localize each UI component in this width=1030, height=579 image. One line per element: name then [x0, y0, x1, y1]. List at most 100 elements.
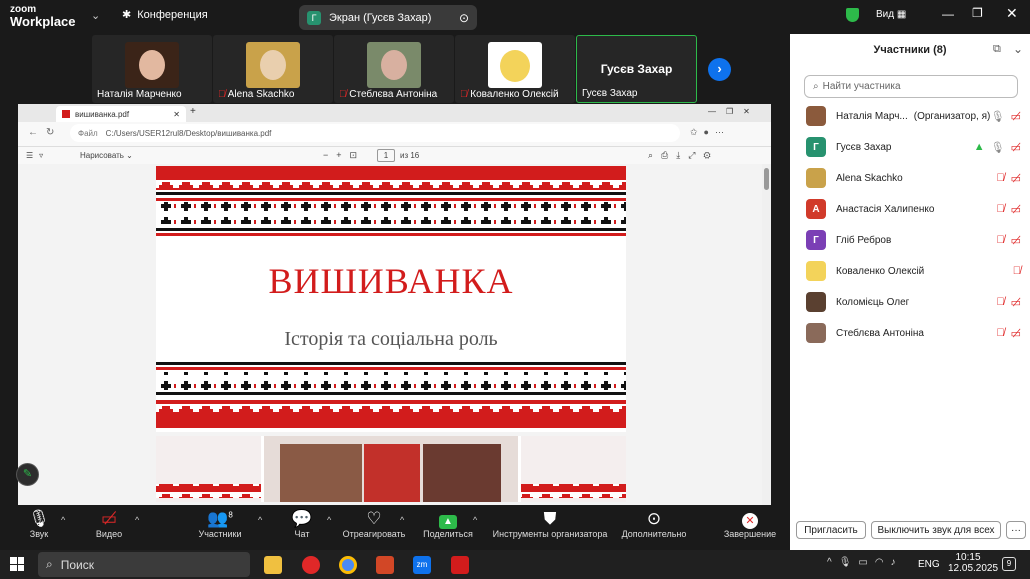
file-explorer-icon[interactable] [264, 556, 282, 574]
participant-row[interactable]: Г Гусєв Захар ▲ 🎙 ▭̸ [806, 135, 1021, 159]
taskbar-search-input[interactable]: ⌕ Поиск [38, 552, 250, 577]
thumbnail-natalia[interactable]: Наталія Марченко [92, 35, 212, 103]
browser-tab[interactable]: вишиванка.pdf ✕ [56, 106, 186, 122]
zoom-icon[interactable]: zm [413, 556, 431, 574]
mic-icon[interactable]: 🎙 [991, 110, 1005, 123]
video-off-icon[interactable]: ▭̸ [1011, 327, 1021, 340]
browser-actions[interactable]: ✩●⋯ [690, 127, 730, 138]
url-field[interactable]: Файл C:/Users/USER12rul8/Desktop/вишиван… [70, 124, 680, 142]
restore-icon[interactable]: ❐ [972, 6, 983, 20]
shared-screen: вишиванка.pdf ✕ + —❐✕ ←↻ Файл C:/Users/U… [18, 104, 771, 505]
avatar: Г [806, 230, 826, 250]
audio-options-caret[interactable]: ^ [61, 515, 65, 525]
participant-role: (Организатор, я) [913, 110, 991, 122]
pdf-scrollbar[interactable] [762, 164, 771, 505]
video-off-icon[interactable]: ▭̸ [1011, 110, 1021, 123]
popout-icon[interactable]: ⧉ [993, 43, 1001, 56]
thumbnail-label: 🎙̸ Alena Skachko [218, 89, 295, 100]
mic-off-icon[interactable]: 🎙̸ [996, 234, 1004, 247]
video-off-icon[interactable]: ▭̸ [1011, 172, 1021, 185]
thumbnail-gusev[interactable]: Гусєв Захар Гусєв Захар [576, 35, 697, 103]
window-controls[interactable]: —❐✕ [708, 107, 760, 116]
draw-button[interactable]: Нарисовать ⌄ [80, 151, 133, 160]
participants-icon: 👥8 [207, 509, 233, 528]
video-off-icon[interactable]: ▭̸ [1011, 296, 1021, 309]
opera-icon[interactable] [302, 556, 320, 574]
participant-photo [488, 42, 542, 88]
nav-icons[interactable]: ←↻ [28, 127, 62, 138]
sharing-icon: ▲ [973, 140, 985, 153]
thumbnail-kovalenko[interactable]: 🎙̸ Коваленко Олексій [455, 35, 575, 103]
video-options-caret[interactable]: ^ [135, 515, 139, 525]
mic-icon[interactable]: 🎙 [991, 141, 1005, 154]
mic-off-icon[interactable]: 🎙̸ [996, 296, 1004, 309]
video-off-icon[interactable]: ▭̸ [1011, 141, 1021, 154]
avatar [806, 323, 826, 343]
shield-icon[interactable] [846, 8, 859, 22]
windows-taskbar: ⌕ Поиск zm ^🎙▭◠♪ ENG 10:15 12.05.2025 9 [0, 550, 1030, 579]
more-button[interactable]: ··· [1006, 521, 1026, 539]
search-icon: ⌕ [813, 81, 819, 92]
pdf-left-icons[interactable]: ☰▿ [26, 151, 49, 160]
participant-row[interactable]: Наталія Марч... (Организатор, я) 🎙 ▭̸ [806, 104, 1021, 128]
screen-share-pill[interactable]: Г Экран (Гусєв Захар) ⊙ [299, 5, 477, 30]
minimize-icon[interactable]: — [942, 7, 954, 21]
participants-button[interactable]: 👥8 Участники [180, 509, 260, 539]
thumbnail-alena[interactable]: 🎙̸ Alena Skachko [213, 35, 333, 103]
participant-row[interactable]: Alena Skachko 🎙̸ ▭̸ [806, 166, 1021, 190]
meeting-info-button[interactable]: ✱ Конференция [122, 8, 208, 22]
end-button[interactable]: ✕ Завершение [710, 509, 790, 539]
share-options-caret[interactable]: ^ [473, 515, 477, 525]
thumbnail-stebleva[interactable]: 🎙̸ Стеблєва Антоніна [334, 35, 454, 103]
more-options-icon[interactable]: ⊙ [459, 11, 469, 25]
participant-row[interactable]: Г Гліб Ребров 🎙̸ ▭̸ [806, 228, 1021, 252]
avatar [806, 168, 826, 188]
pdf-right-icons[interactable]: ⌕⎙⤓⤢⚙ [648, 150, 719, 161]
participant-row[interactable]: Коломієць Олег 🎙̸ ▭̸ [806, 290, 1021, 314]
video-off-icon[interactable]: ▭̸ [1011, 234, 1021, 247]
share-label: Экран (Гусєв Захар) [329, 11, 432, 24]
avatar [806, 106, 826, 126]
avatar: А [806, 199, 826, 219]
participant-row[interactable]: Коваленко Олексій 🎙̸ [806, 259, 1021, 283]
audio-button[interactable]: 🎙 Звук [0, 509, 79, 539]
mute-all-button[interactable]: Выключить звук для всех [871, 521, 1001, 539]
embroidery-bottom-border [156, 362, 626, 428]
invite-button[interactable]: Пригласить [796, 521, 866, 539]
mic-off-icon: 🎙̸ [218, 89, 226, 100]
chrome-icon[interactable] [339, 556, 357, 574]
system-tray-icons[interactable]: ^🎙▭◠♪ [827, 557, 903, 568]
slide-subtitle: Історія та соціальна роль [284, 328, 498, 350]
meeting-toolbar: 🎙 Звук ^ ▭̸ Видео ^ 👥8 Участники ^ 💬 Чат ^ ♡… [0, 505, 790, 550]
chat-options-caret[interactable]: ^ [327, 515, 331, 525]
close-icon[interactable]: ✕ [1006, 5, 1018, 22]
language-indicator[interactable]: ENG [918, 559, 940, 570]
participant-row[interactable]: Стеблєва Антоніна 🎙̸ ▭̸ [806, 321, 1021, 345]
view-button[interactable]: Вид ▦ [876, 9, 906, 20]
zoom-controls[interactable]: −+⊡ [323, 150, 365, 161]
next-page-button[interactable]: › [708, 58, 731, 81]
powerpoint-icon[interactable] [376, 556, 394, 574]
mic-off-icon[interactable]: 🎙̸ [996, 327, 1004, 340]
slide-title: ВИШИВАНКА [268, 261, 514, 301]
notification-badge[interactable]: 9 [1002, 557, 1016, 571]
more-button[interactable]: ⊙ Дополнительно [614, 509, 694, 539]
close-tab-icon[interactable]: ✕ [173, 110, 180, 119]
react-options-caret[interactable]: ^ [400, 515, 404, 525]
host-tools-button[interactable]: ⛊ Инструменты организатора [490, 509, 610, 539]
windows-start-icon[interactable] [10, 557, 24, 571]
clock[interactable]: 10:15 12.05.2025 [948, 552, 998, 574]
video-off-icon[interactable]: ▭̸ [1011, 203, 1021, 216]
new-tab-icon[interactable]: + [190, 106, 196, 117]
mic-off-icon[interactable]: 🎙̸ [996, 172, 1004, 185]
participant-row[interactable]: А Анастасія Халипенко 🎙̸ ▭̸ [806, 197, 1021, 221]
pdf-page-2 [156, 436, 626, 502]
acrobat-icon[interactable] [451, 556, 469, 574]
participant-search-input[interactable]: ⌕ Найти участника [804, 75, 1018, 98]
chevron-down-icon[interactable]: ⌄ [91, 9, 100, 22]
mic-off-icon[interactable]: 🎙̸ [1013, 265, 1021, 277]
mic-off-icon[interactable]: 🎙̸ [996, 203, 1004, 216]
chevron-down-icon[interactable]: ⌄ [1013, 42, 1023, 56]
page-number-input[interactable]: 1 [377, 149, 395, 162]
annotate-pen-icon[interactable]: ✎ [16, 463, 39, 486]
